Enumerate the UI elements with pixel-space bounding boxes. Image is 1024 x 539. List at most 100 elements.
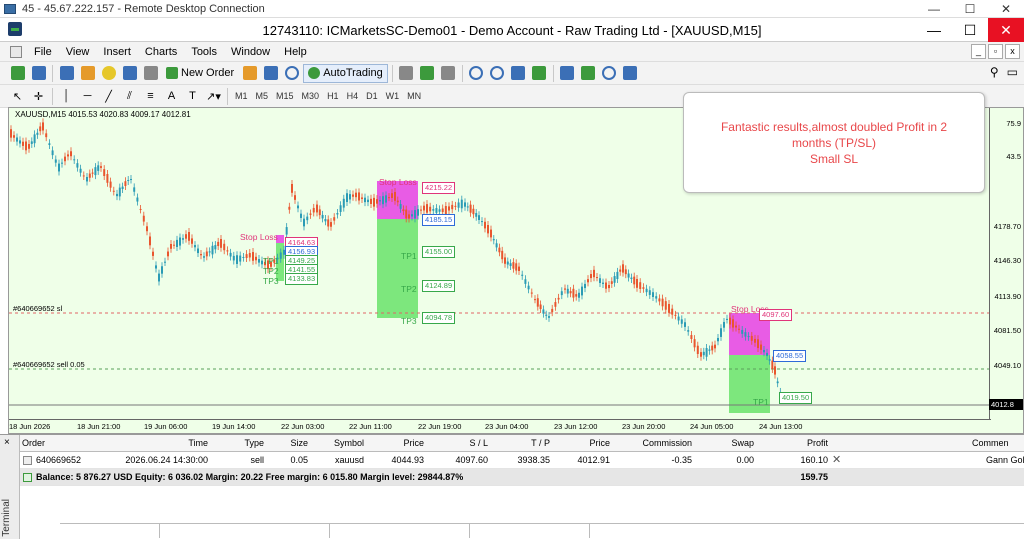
menu-tools[interactable]: Tools [184, 46, 224, 58]
templates-button[interactable] [621, 64, 640, 83]
table-row[interactable]: 640669652 2026.06.24 14:30:00 sell 0.05 … [20, 452, 1024, 469]
column-order[interactable]: Order [22, 435, 45, 452]
timeframe-h1[interactable]: H1 [323, 91, 343, 101]
price-axis[interactable]: 75.9 43.5 4178.70 4146.30 4113.90 4081.5… [989, 108, 1023, 433]
menu-file[interactable]: File [27, 46, 59, 58]
terminal-scrollbar[interactable] [60, 523, 1024, 538]
candle-body [578, 292, 580, 298]
candle-body [399, 204, 402, 209]
mdi-restore-button[interactable]: ▫ [988, 44, 1003, 59]
candle-body [30, 141, 33, 144]
column-symbol[interactable]: Symbol [334, 435, 364, 452]
menu-view[interactable]: View [59, 46, 97, 58]
column-swap[interactable]: Swap [731, 435, 754, 452]
metaeditor-button[interactable] [282, 64, 301, 83]
column-comment[interactable]: Commen [972, 435, 1009, 452]
new-order-button[interactable]: New Order [162, 64, 238, 83]
mdi-minimize-button[interactable]: _ [971, 44, 986, 59]
menu-help[interactable]: Help [277, 46, 314, 58]
tile-windows-button[interactable] [509, 64, 528, 83]
candle-body [226, 250, 229, 252]
chat-icon[interactable]: ▭ [1007, 65, 1018, 79]
templates-icon [623, 66, 638, 80]
column-tp[interactable]: T / P [531, 435, 550, 452]
candle-body [687, 330, 690, 332]
timeframe-h4[interactable]: H4 [343, 91, 363, 101]
column-price[interactable]: Price [589, 435, 610, 452]
timeframe-m15[interactable]: M15 [272, 91, 298, 101]
candle-body [478, 215, 480, 220]
navigator-button[interactable] [99, 64, 118, 83]
timeframe-m30[interactable]: M30 [298, 91, 324, 101]
candle-body [518, 266, 520, 271]
autotrading-button[interactable]: AutoTrading [303, 63, 388, 83]
clock-icon [602, 66, 617, 80]
arrows-button[interactable]: ↗▾ [204, 87, 223, 106]
terminal-button[interactable] [120, 64, 139, 83]
timeframe-mn[interactable]: MN [403, 91, 425, 101]
new-chart-button[interactable] [8, 64, 27, 83]
time-axis[interactable]: 18 Jun 2026 18 Jun 21:00 19 Jun 06:00 19… [9, 419, 991, 433]
fibonacci-button[interactable]: ≡ [141, 87, 160, 106]
terminal-close-button[interactable]: × [4, 437, 10, 448]
mdi-close-button[interactable]: x [1005, 44, 1020, 59]
autoscroll-button[interactable] [530, 64, 549, 83]
timeframe-m1[interactable]: M1 [231, 91, 252, 101]
community-button[interactable] [261, 64, 280, 83]
timeframe-w1[interactable]: W1 [382, 91, 404, 101]
text-icon: A [167, 90, 176, 102]
column-type[interactable]: Type [244, 435, 264, 452]
crosshair-button[interactable]: ✛ [29, 87, 48, 106]
arrow-icon: ↗▾ [206, 90, 221, 103]
menu-insert[interactable]: Insert [96, 46, 138, 58]
line-chart-button[interactable] [439, 64, 458, 83]
maximize-button[interactable]: ☐ [952, 18, 988, 42]
candle-body [605, 282, 607, 289]
rdp-minimize-button[interactable]: — [916, 0, 952, 18]
text-label-button[interactable]: T [183, 87, 202, 106]
candle-body [188, 232, 190, 241]
menu-window[interactable]: Window [224, 46, 277, 58]
trendline-button[interactable]: ╱ [99, 87, 118, 106]
column-time[interactable]: Time [188, 435, 208, 452]
periods-button[interactable] [600, 64, 619, 83]
zoom-out-button[interactable] [488, 64, 507, 83]
candle-body [639, 282, 642, 289]
candle-body [339, 205, 342, 212]
indicators-button[interactable] [579, 64, 598, 83]
timeframe-m5[interactable]: M5 [252, 91, 273, 101]
market-watch-button[interactable] [57, 64, 76, 83]
signals-button[interactable] [240, 64, 259, 83]
search-icon[interactable]: ⚲ [990, 65, 999, 79]
cursor-button[interactable]: ↖ [8, 87, 27, 106]
close-order-icon[interactable]: ✕ [832, 452, 841, 469]
candle-body [405, 209, 408, 219]
time-tick-label: 24 Jun 05:00 [690, 422, 734, 431]
timeframe-d1[interactable]: D1 [362, 91, 382, 101]
rdp-maximize-button[interactable]: ☐ [952, 0, 988, 18]
column-profit[interactable]: Profit [807, 435, 828, 452]
column-open-price[interactable]: Price [403, 435, 424, 452]
horizontal-line-button[interactable]: ─ [78, 87, 97, 106]
candlestick-button[interactable] [418, 64, 437, 83]
data-window-button[interactable] [78, 64, 97, 83]
channel-button[interactable]: ⫽ [120, 87, 139, 106]
bar-chart-button[interactable] [397, 64, 416, 83]
close-button[interactable]: ✕ [988, 18, 1024, 42]
candle-body [645, 288, 648, 293]
menu-charts[interactable]: Charts [138, 46, 184, 58]
text-button[interactable]: A [162, 87, 181, 106]
column-sl[interactable]: S / L [469, 435, 488, 452]
chart-shift-button[interactable] [558, 64, 577, 83]
profiles-button[interactable] [29, 64, 48, 83]
candle-body [376, 199, 378, 204]
minimize-button[interactable]: — [916, 18, 952, 42]
strategy-tester-button[interactable] [141, 64, 160, 83]
candle-body [717, 337, 719, 342]
column-commission[interactable]: Commission [642, 435, 692, 452]
column-size[interactable]: Size [290, 435, 308, 452]
chart-window-icon[interactable] [10, 45, 22, 58]
zoom-in-button[interactable] [467, 64, 486, 83]
vertical-line-button[interactable]: │ [57, 87, 76, 106]
rdp-close-button[interactable]: ✕ [988, 0, 1024, 18]
